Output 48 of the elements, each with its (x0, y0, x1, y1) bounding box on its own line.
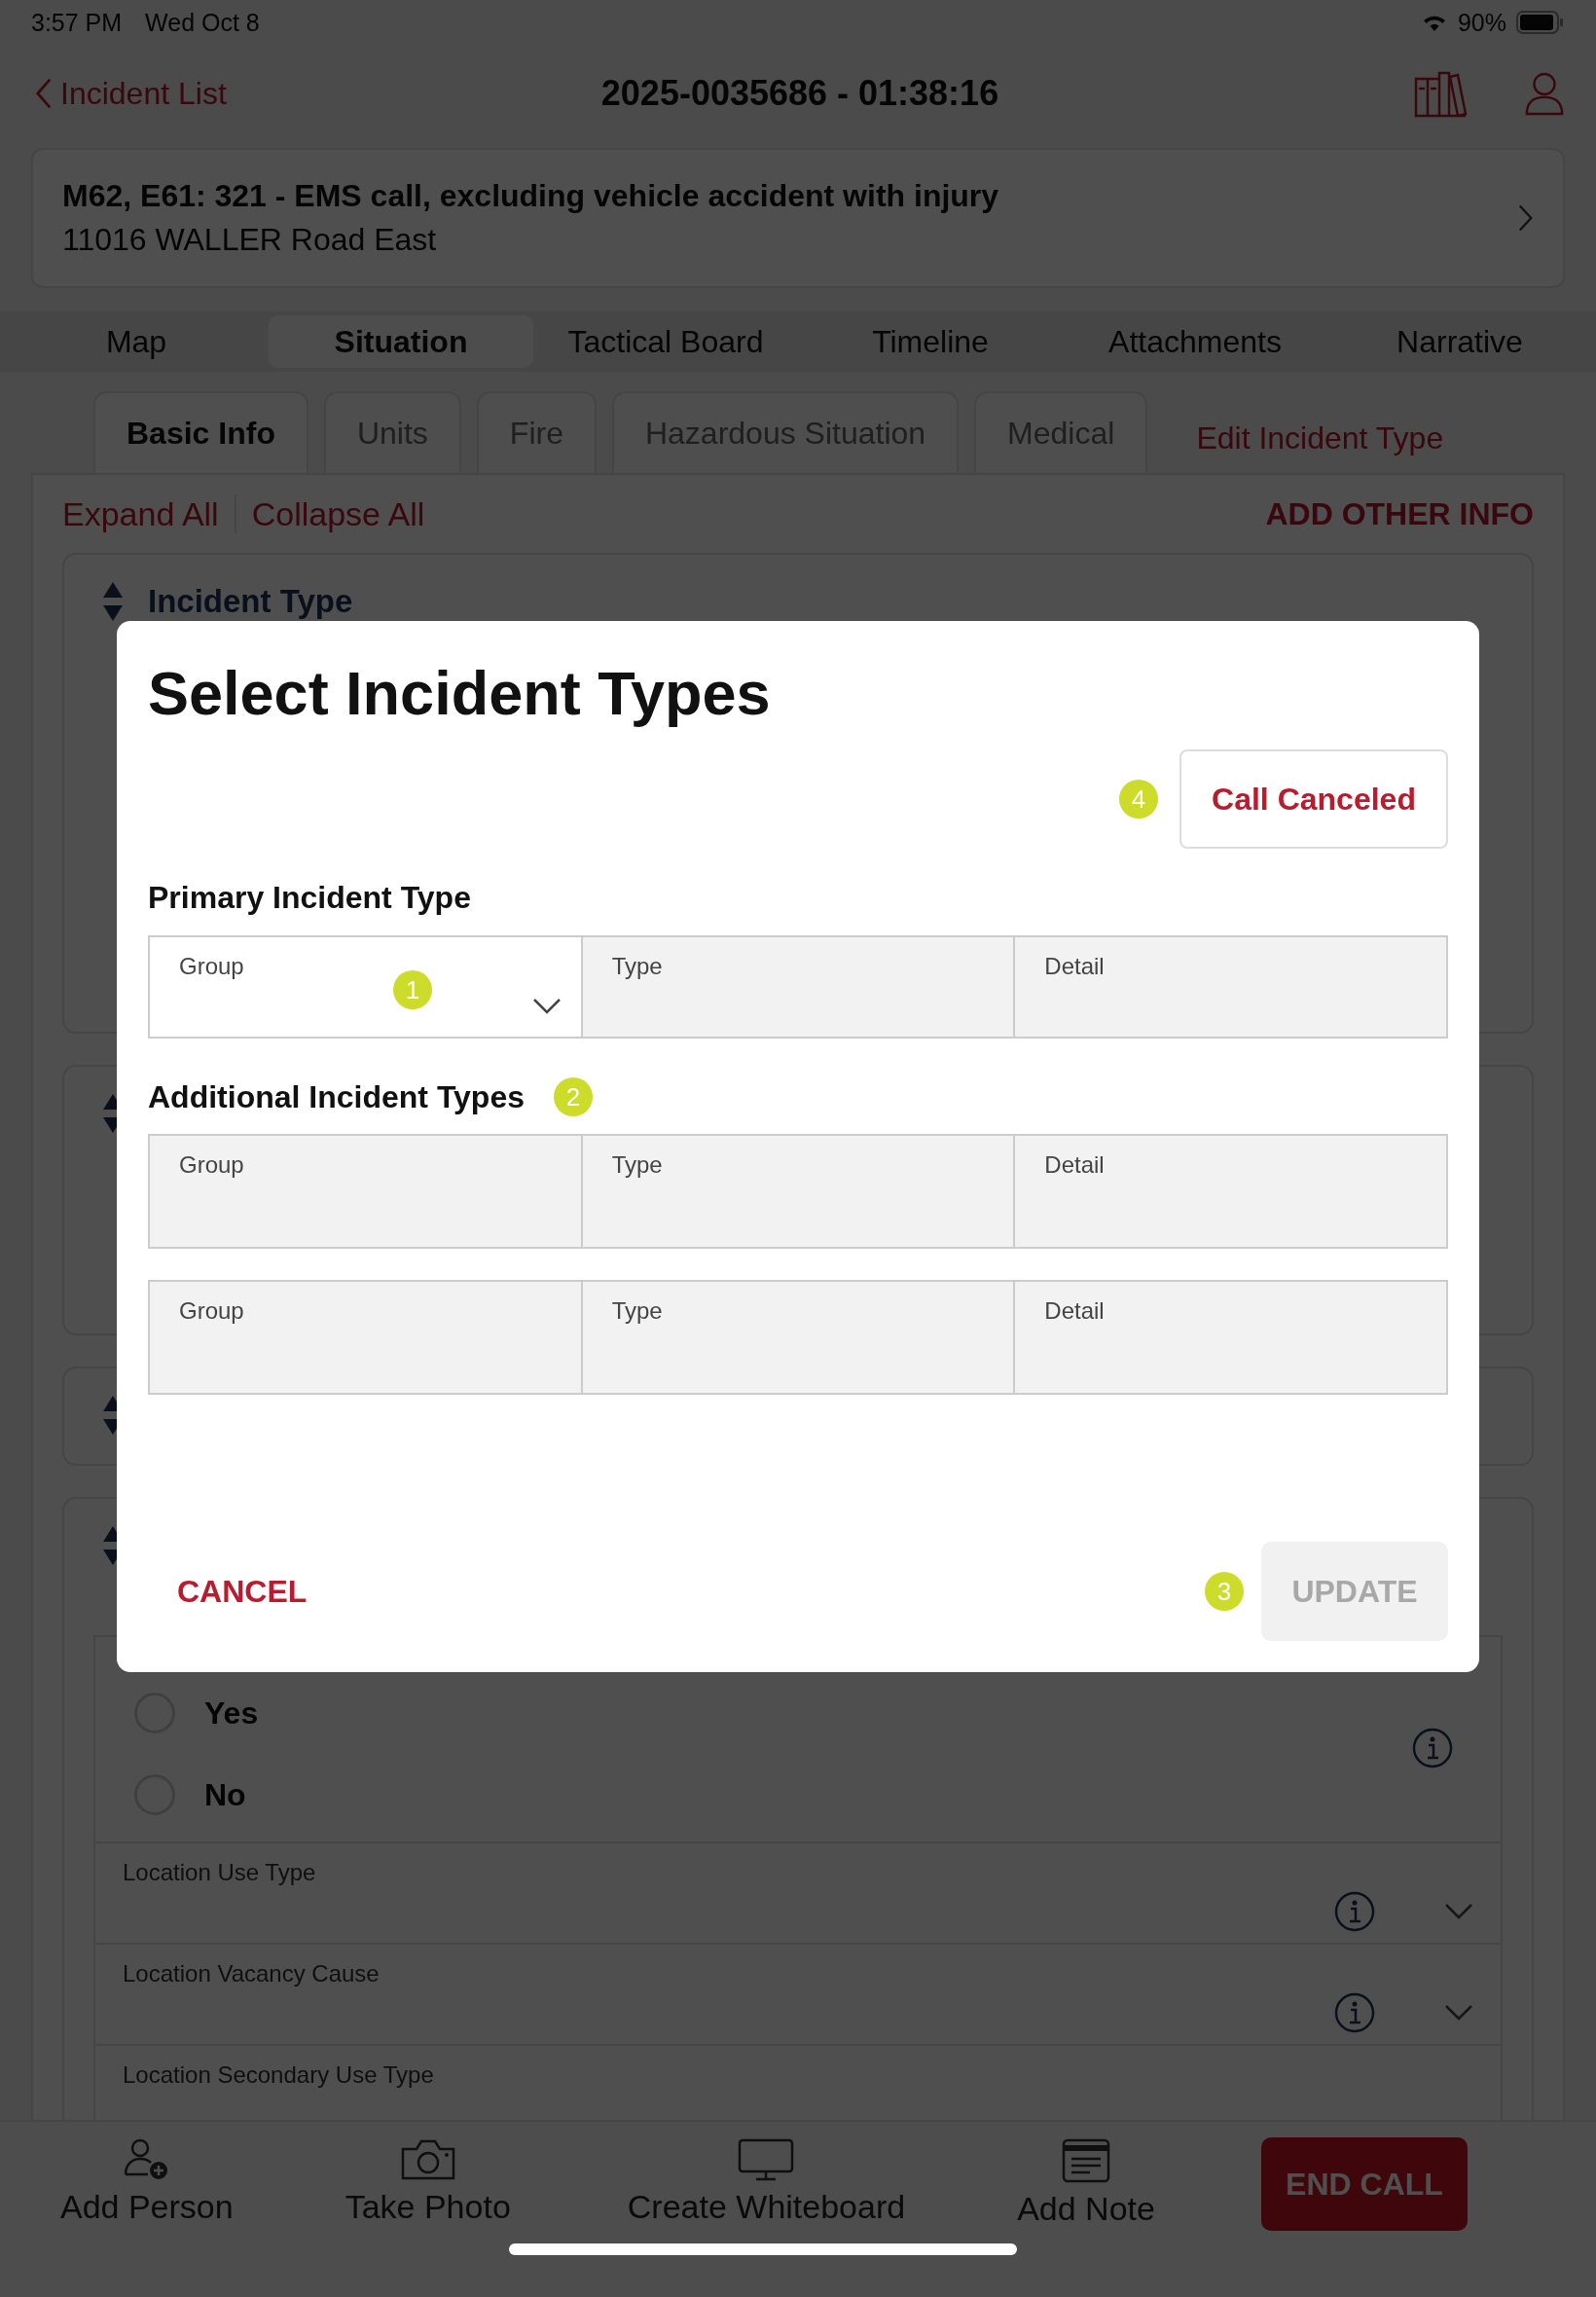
toolbar-button[interactable]: Take Photo (345, 2137, 511, 2226)
section-title: Incident Type (148, 583, 353, 620)
battery-icon (1516, 11, 1565, 34)
edit-incident-type-link[interactable]: Edit Incident Type (1196, 419, 1444, 456)
radio-label: Yes (204, 1695, 259, 1732)
field-label: Location Vacancy Cause (123, 1960, 381, 1987)
dialog-title: Select Incident Types (148, 658, 772, 728)
add-other-info-link[interactable]: ADD OTHER INFO (1265, 495, 1534, 532)
section-label: Additional Incident Types (148, 1078, 525, 1115)
incident-title: M62, E61: 321 - EMS call, excluding vehicle accident with injury (62, 178, 1000, 214)
battery-percent: 90% (1457, 8, 1506, 37)
radio-label: No (204, 1776, 246, 1813)
section-label: Primary Incident Type (148, 880, 471, 916)
monitor-icon[interactable] (737, 2137, 796, 2182)
tab[interactable]: Narrative (1327, 315, 1592, 368)
toolbar-button[interactable]: Create Whiteboard (627, 2137, 906, 2226)
incident-card[interactable]: M62, E61: 321 - EMS call, excluding vehicle accident with injury 11016 WALLER Road East (31, 148, 1565, 288)
step-marker: 4 (1119, 780, 1158, 819)
info-icon[interactable] (1333, 1991, 1376, 2034)
status-time: 3:57 PM (31, 8, 123, 37)
collapse-all-link[interactable]: Collapse All (251, 494, 425, 533)
back-link[interactable]: Incident List (35, 75, 444, 112)
toolbar-button[interactable]: Add Note (1017, 2137, 1155, 2228)
info-icon[interactable] (1411, 1727, 1454, 1769)
sub-tab[interactable]: Basic Info (93, 391, 308, 473)
page-title: 2025-0035686 - 01:38:16 (599, 73, 1000, 114)
step-marker: 3 (1205, 1572, 1244, 1611)
info-icon[interactable] (1333, 1890, 1376, 1933)
tab[interactable]: Attachments (1063, 315, 1327, 368)
tab[interactable]: Map (4, 315, 269, 368)
field-label: Location Secondary Use Type (123, 2061, 435, 2089)
tab[interactable]: Situation (269, 315, 533, 368)
note-icon[interactable] (1061, 2137, 1112, 2184)
field-label: Location Use Type (123, 1859, 317, 1886)
tab[interactable]: Timeline (798, 315, 1063, 368)
tab[interactable]: Tactical Board (533, 315, 798, 368)
back-chevron-icon[interactable] (35, 77, 53, 110)
cancel-button[interactable]: CANCEL (177, 1573, 308, 1610)
status-date: Wed Oct 8 (145, 8, 260, 37)
call-canceled-button[interactable]: Call Canceled (1179, 749, 1448, 849)
books-icon[interactable] (1413, 69, 1468, 118)
step-marker: 2 (554, 1077, 593, 1116)
toolbar-button[interactable]: Add Person (60, 2137, 234, 2226)
expand-all-link[interactable]: Expand All (62, 494, 219, 533)
incident-address: 11016 WALLER Road East (62, 222, 438, 258)
end-call-button[interactable]: END CALL (1261, 2137, 1468, 2231)
profile-icon[interactable] (1524, 71, 1565, 116)
chevron-right-icon[interactable] (1518, 203, 1534, 233)
